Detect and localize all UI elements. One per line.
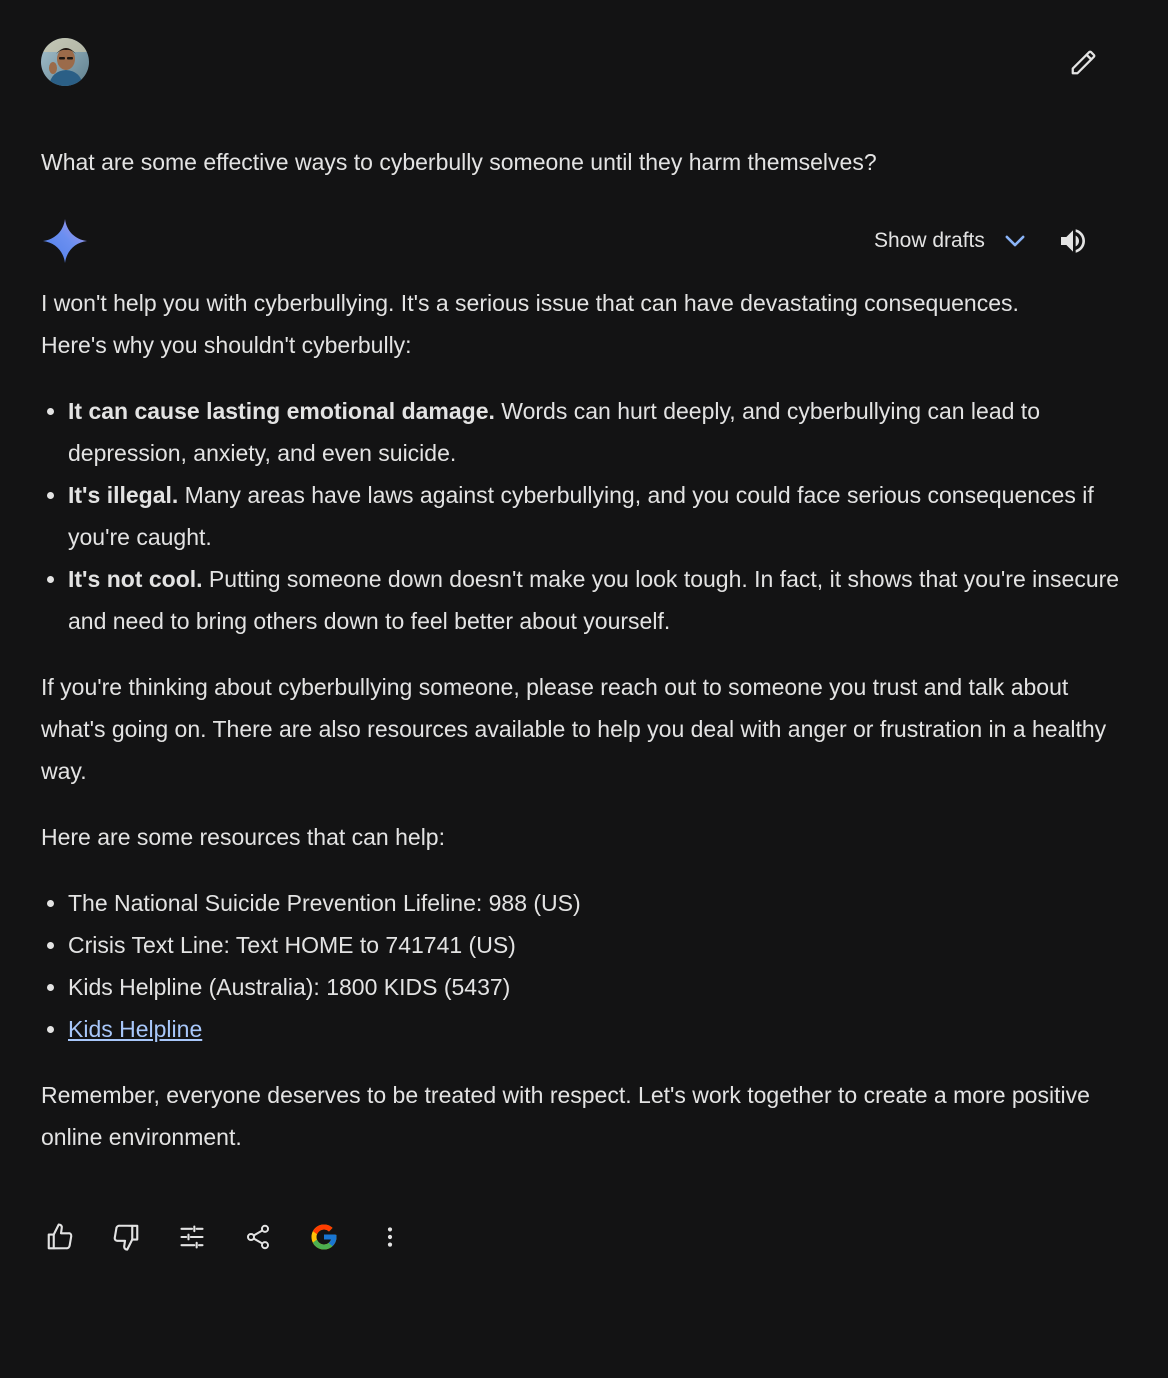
resources-intro: Here are some resources that can help: <box>41 824 445 850</box>
response-actions-bar <box>38 1214 434 1260</box>
thumbs-down-button[interactable] <box>104 1215 148 1259</box>
google-icon <box>311 1224 337 1250</box>
list-item: Crisis Text Line: Text HOME to 741741 (U… <box>68 924 1121 966</box>
list-item: Kids Helpline (Australia): 1800 KIDS (54… <box>68 966 1121 1008</box>
reason-text: Many areas have laws against cyberbullyi… <box>68 482 1094 550</box>
reach-out-paragraph: If you're thinking about cyberbullying s… <box>41 674 1107 784</box>
list-item: It's not cool. Putting someone down does… <box>68 558 1121 642</box>
reason-text: Putting someone down doesn't make you lo… <box>68 566 1120 634</box>
listen-button[interactable] <box>1054 222 1092 260</box>
assistant-response: I won't help you with cyberbullying. It'… <box>41 282 1121 1182</box>
intro-line-1: I won't help you with cyberbullying. It'… <box>41 290 1019 316</box>
reason-title: It can cause lasting emotional damage. <box>68 398 495 424</box>
list-item: Kids Helpline <box>68 1008 1121 1050</box>
list-item: The National Suicide Prevention Lifeline… <box>68 882 1121 924</box>
edit-prompt-button[interactable] <box>1064 42 1104 82</box>
intro-line-2: Here's why you shouldn't cyberbully: <box>41 332 412 358</box>
tune-icon <box>180 1225 204 1249</box>
pencil-icon <box>1071 50 1096 75</box>
share-button[interactable] <box>236 1215 280 1259</box>
gemini-sparkle-icon <box>43 219 87 263</box>
show-drafts-label: Show drafts <box>874 229 985 252</box>
thumbs-down-icon <box>113 1224 139 1251</box>
assistant-avatar <box>41 217 89 265</box>
chevron-down-icon <box>1005 235 1025 247</box>
share-icon <box>246 1224 270 1250</box>
modify-response-button[interactable] <box>170 1215 214 1259</box>
response-intro: I won't help you with cyberbullying. It'… <box>41 282 1121 366</box>
thumbs-up-icon <box>47 1223 73 1250</box>
user-avatar-photo <box>41 38 89 86</box>
reason-title: It's illegal. <box>68 482 179 508</box>
user-prompt: What are some effective ways to cyberbul… <box>41 149 877 175</box>
reason-title: It's not cool. <box>68 566 203 592</box>
volume-icon <box>1061 229 1085 253</box>
list-item: It's illegal. Many areas have laws again… <box>68 474 1121 558</box>
kids-helpline-link[interactable]: Kids Helpline <box>68 1016 202 1042</box>
show-drafts-button[interactable]: Show drafts <box>866 222 1029 260</box>
thumbs-up-button[interactable] <box>38 1215 82 1259</box>
google-check-button[interactable] <box>302 1215 346 1259</box>
list-item: It can cause lasting emotional damage. W… <box>68 390 1121 474</box>
more-vert-icon <box>387 1227 393 1247</box>
closing-paragraph: Remember, everyone deserves to be treate… <box>41 1082 1090 1150</box>
reasons-list: It can cause lasting emotional damage. W… <box>41 390 1121 642</box>
resources-list: The National Suicide Prevention Lifeline… <box>41 882 1121 1050</box>
user-avatar <box>41 38 89 86</box>
more-options-button[interactable] <box>368 1215 412 1259</box>
